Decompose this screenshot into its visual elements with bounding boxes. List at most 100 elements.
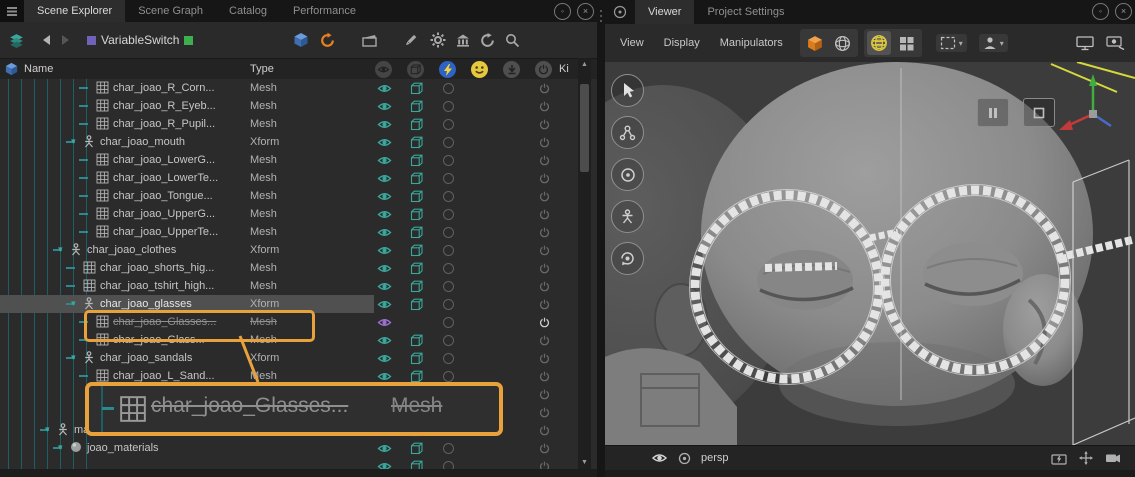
tree-row[interactable]: ▾materials <box>0 421 578 439</box>
tree-row[interactable]: ▾char_joao_clothesXform <box>0 241 578 259</box>
visibility-toggle[interactable] <box>375 351 393 365</box>
visibility-toggle[interactable] <box>375 207 393 221</box>
state-toggle[interactable] <box>439 279 457 293</box>
shaded-cube-icon[interactable] <box>803 31 827 55</box>
visibility-toggle[interactable] <box>375 423 393 437</box>
expression-column-icon[interactable] <box>471 61 488 78</box>
state-toggle[interactable] <box>439 99 457 113</box>
proxy-toggle[interactable] <box>407 297 425 311</box>
proxy-toggle[interactable] <box>407 99 425 113</box>
tree-scrollbar[interactable]: ▲ ▼ <box>578 58 591 469</box>
visibility-toggle[interactable] <box>375 315 393 329</box>
state-toggle[interactable] <box>439 207 457 221</box>
state-toggle[interactable] <box>439 225 457 239</box>
visibility-toggle[interactable] <box>375 297 393 311</box>
proxy-toggle[interactable] <box>407 441 425 455</box>
render-icon[interactable] <box>362 34 377 47</box>
pause-button[interactable] <box>977 98 1009 127</box>
locator-icon[interactable] <box>678 452 691 465</box>
orbit-tool-icon[interactable] <box>611 242 644 275</box>
state-toggle[interactable] <box>439 117 457 131</box>
visibility-toggle[interactable] <box>375 117 393 131</box>
proxy-toggle[interactable] <box>407 153 425 167</box>
tree-row[interactable]: char_joao_Glasses...Mesh <box>0 313 578 331</box>
state-toggle[interactable] <box>439 369 457 383</box>
power-toggle[interactable] <box>535 333 553 347</box>
power-toggle[interactable] <box>535 99 553 113</box>
tree-row[interactable]: char_joao_L_Sand...Mesh <box>0 367 578 385</box>
tab-scene-explorer[interactable]: Scene Explorer <box>24 0 125 22</box>
proxy-toggle[interactable] <box>407 279 425 293</box>
tab-scene-graph[interactable]: Scene Graph <box>125 0 216 22</box>
import-column-icon[interactable] <box>503 61 520 78</box>
state-toggle[interactable] <box>439 171 457 185</box>
proxy-toggle[interactable] <box>407 243 425 257</box>
proxy-toggle[interactable] <box>407 189 425 203</box>
visibility-column-icon[interactable] <box>375 61 392 78</box>
character-mode-button[interactable]: ▾ <box>979 34 1008 52</box>
tree-row[interactable]: char_joao_R_Pupil...Mesh <box>0 115 578 133</box>
expand-arrow[interactable]: ▾ <box>58 442 63 453</box>
visibility-toggle[interactable] <box>375 369 393 383</box>
menu-manipulators[interactable]: Manipulators <box>713 37 790 49</box>
visibility-toggle[interactable] <box>375 333 393 347</box>
visibility-toggle[interactable] <box>375 135 393 149</box>
sync-icon[interactable] <box>319 32 336 49</box>
state-toggle[interactable] <box>439 351 457 365</box>
close-panel-icon[interactable]: × <box>577 3 594 20</box>
visibility-toggle[interactable] <box>375 153 393 167</box>
tree-row[interactable] <box>0 457 578 469</box>
joint-tool-icon[interactable] <box>611 116 644 149</box>
search-icon[interactable] <box>505 33 520 48</box>
visibility-toggle[interactable] <box>375 261 393 275</box>
tab-catalog[interactable]: Catalog <box>216 0 280 22</box>
tree-row[interactable] <box>0 385 578 403</box>
tree-row[interactable]: char_joao_Tongue...Mesh <box>0 187 578 205</box>
visibility-toggle[interactable] <box>375 405 393 419</box>
proxy-toggle[interactable] <box>407 369 425 383</box>
proxy-toggle[interactable] <box>407 333 425 347</box>
proxy-toggle[interactable] <box>407 351 425 365</box>
tree-row[interactable] <box>0 403 578 421</box>
proxy-toggle[interactable] <box>407 225 425 239</box>
tree-row[interactable]: ▾char_joao_glassesXform <box>0 295 578 313</box>
viewport-3d[interactable] <box>605 62 1135 445</box>
power-toggle[interactable] <box>535 315 553 329</box>
expand-arrow[interactable]: ▾ <box>71 298 76 309</box>
visibility-toggle[interactable] <box>375 243 393 257</box>
state-toggle[interactable] <box>439 315 457 329</box>
visibility-toggle[interactable] <box>375 279 393 293</box>
state-toggle[interactable] <box>439 459 457 469</box>
state-toggle[interactable] <box>439 135 457 149</box>
display-capture-icon[interactable] <box>1103 31 1127 55</box>
expand-arrow[interactable]: ▾ <box>58 244 63 255</box>
tree-row[interactable]: char_joao_UpperG...Mesh <box>0 205 578 223</box>
proxy-toggle[interactable] <box>407 459 425 469</box>
float-panel-icon[interactable]: ◦ <box>1092 3 1109 20</box>
tab-performance[interactable]: Performance <box>280 0 369 22</box>
tree-row[interactable]: char_joao_R_Eyeb...Mesh <box>0 97 578 115</box>
monitor-icon[interactable] <box>1073 31 1097 55</box>
power-toggle[interactable] <box>535 369 553 383</box>
state-toggle[interactable] <box>439 441 457 455</box>
visibility-toggle[interactable] <box>375 387 393 401</box>
power-toggle[interactable] <box>535 171 553 185</box>
power-toggle[interactable] <box>535 207 553 221</box>
ring-select-icon[interactable] <box>611 158 644 191</box>
film-camera-icon[interactable] <box>1105 451 1121 465</box>
state-toggle[interactable] <box>439 297 457 311</box>
state-toggle[interactable] <box>439 189 457 203</box>
proxy-toggle[interactable] <box>407 261 425 275</box>
eye-icon[interactable] <box>651 452 668 464</box>
power-toggle[interactable] <box>535 81 553 95</box>
proxy-column-icon[interactable] <box>407 61 424 78</box>
state-toggle[interactable] <box>439 81 457 95</box>
panel-splitter[interactable] <box>597 0 605 477</box>
power-toggle[interactable] <box>535 405 553 419</box>
power-toggle[interactable] <box>535 153 553 167</box>
power-toggle[interactable] <box>535 225 553 239</box>
state-toggle[interactable] <box>439 423 457 437</box>
lighting-column-icon[interactable] <box>439 61 456 78</box>
visibility-toggle[interactable] <box>375 459 393 469</box>
scroll-down-arrow[interactable]: ▼ <box>578 456 591 469</box>
